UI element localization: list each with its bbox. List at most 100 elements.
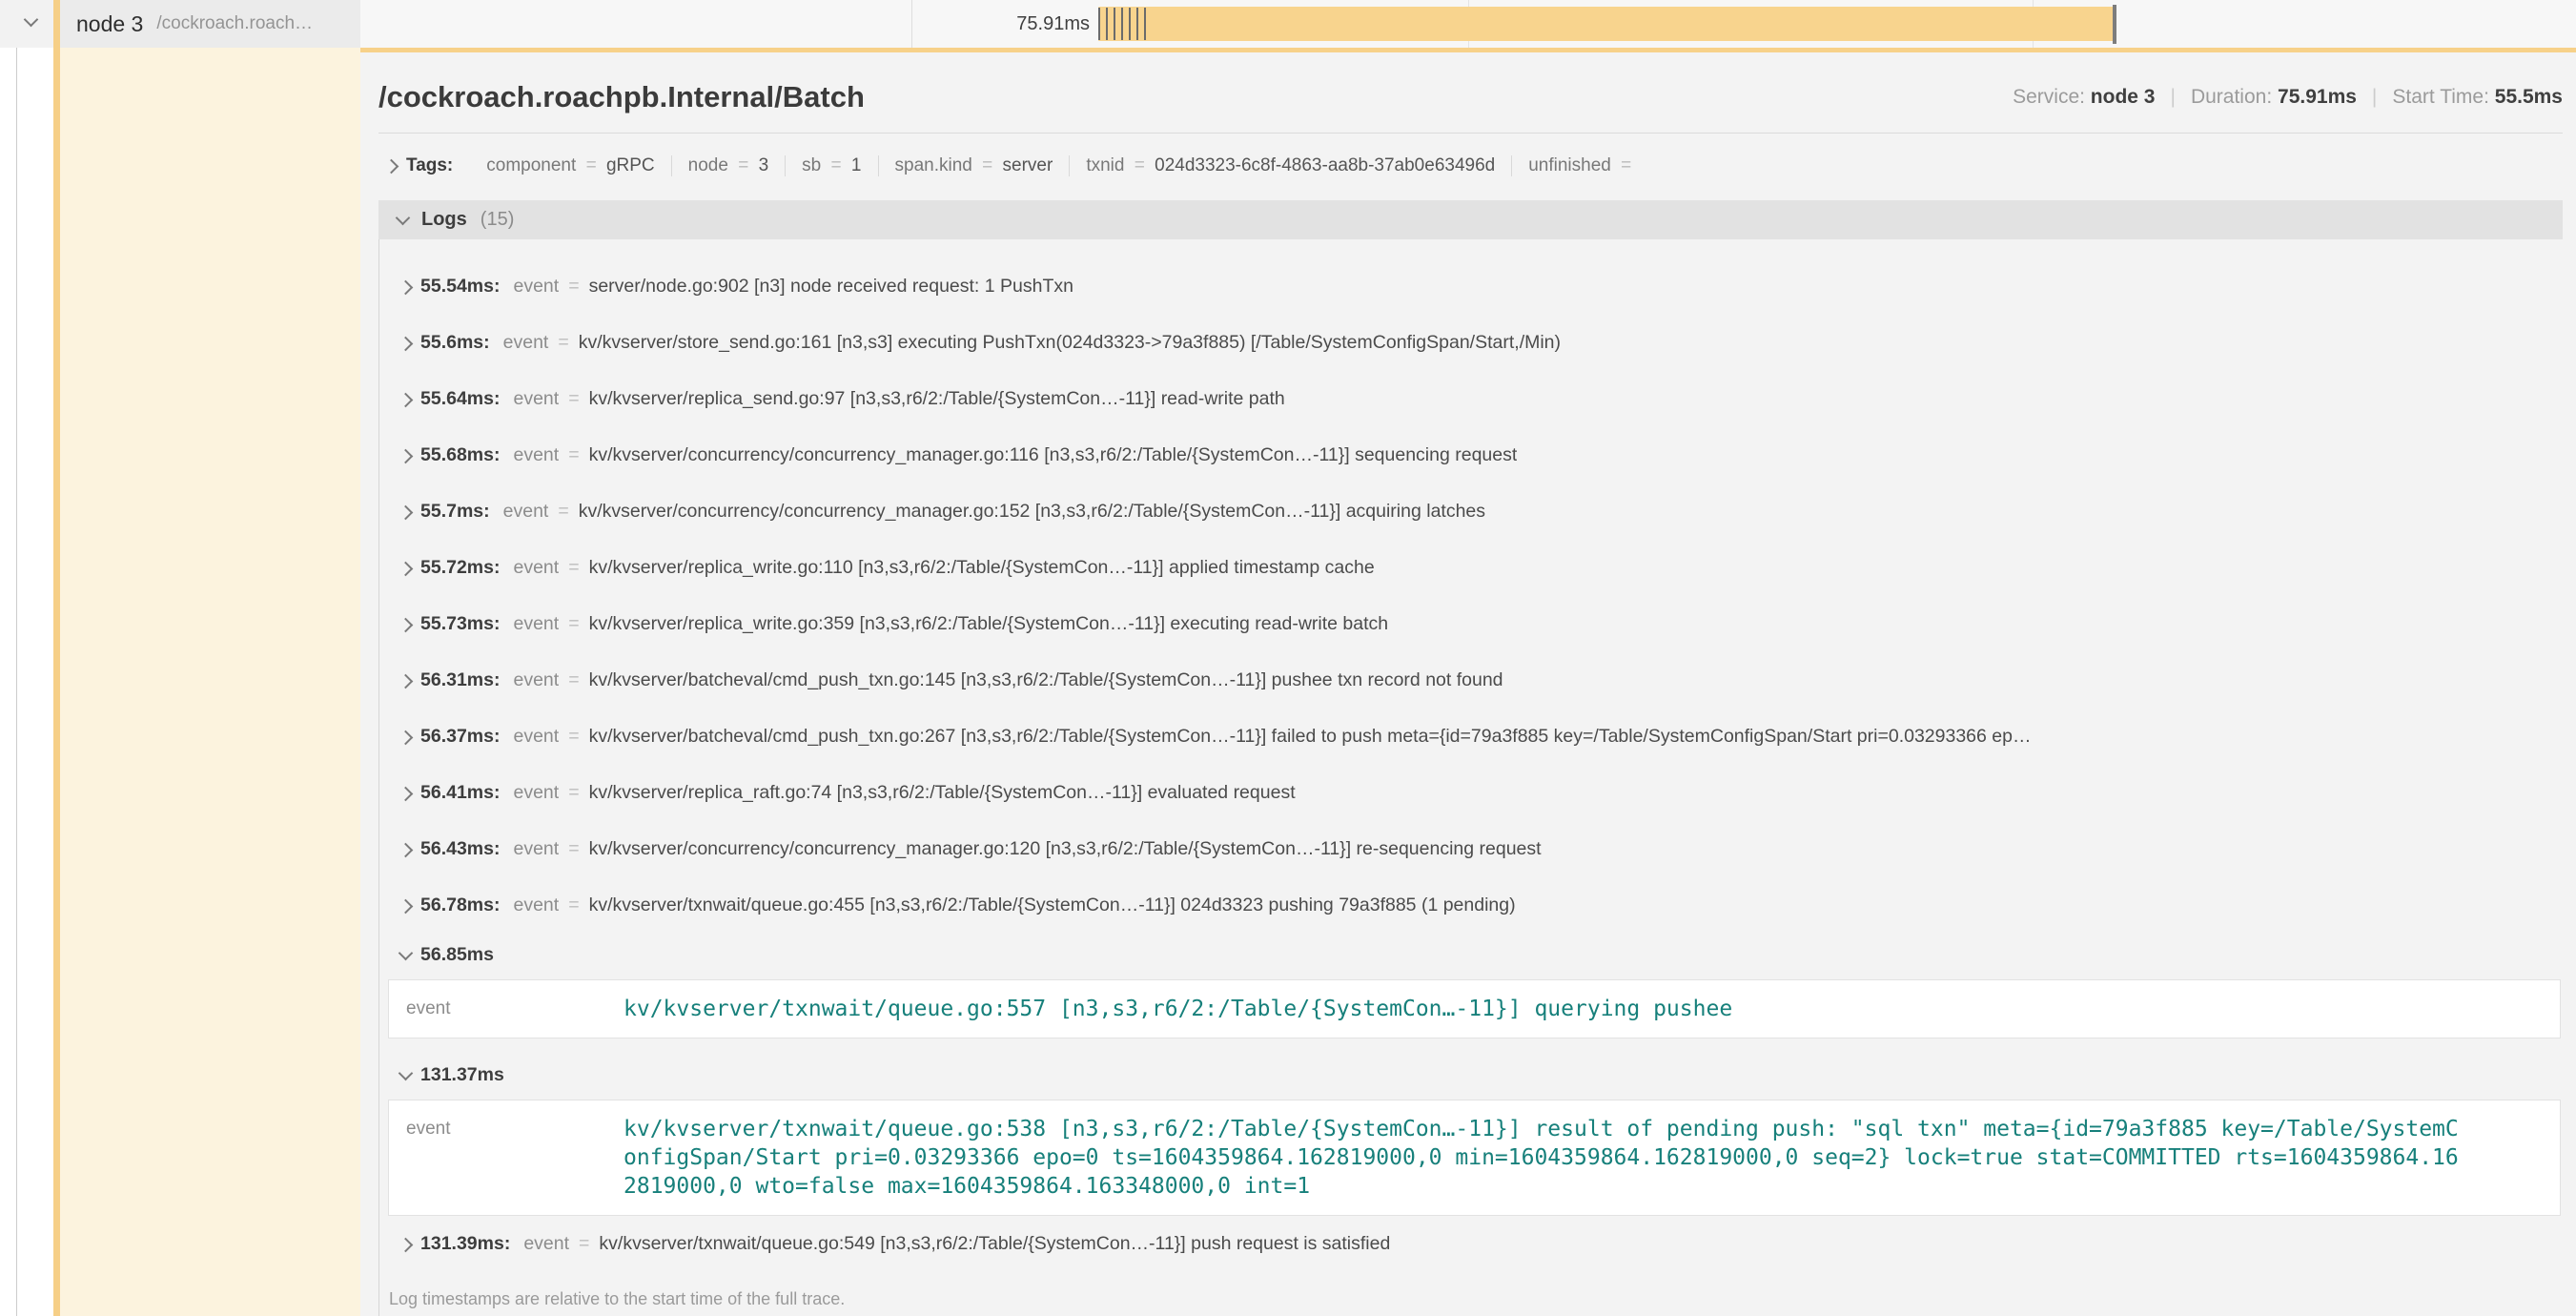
log-entry-row[interactable]: 56.37ms: event = kv/kvserver/batcheval/c… xyxy=(379,709,2563,765)
log-timestamp: 55.73ms: xyxy=(420,613,500,635)
log-tick-marks xyxy=(1098,8,1146,40)
log-field-value: kv/kvserver/concurrency/concurrency_mana… xyxy=(589,838,1542,860)
log-field-key: event xyxy=(513,613,559,635)
log-field-key: event xyxy=(513,276,559,298)
tag-key: sb xyxy=(802,155,821,175)
span-duration-bar[interactable] xyxy=(1098,7,2114,41)
log-timestamp: 56.43ms: xyxy=(420,838,500,860)
log-field-value: kv/kvserver/replica_write.go:359 [n3,s3,… xyxy=(589,613,1389,635)
tag-item: txnid = 024d3323-6c8f-4863-aa8b-37ab0e63… xyxy=(1069,155,1511,176)
tag-key: txnid xyxy=(1086,155,1124,175)
logs-accordion: Logs (15) 55.54ms: event = server/node.g… xyxy=(378,200,2563,1316)
log-timestamp: 131.39ms: xyxy=(420,1233,510,1255)
equals-sign: = xyxy=(586,155,597,175)
chevron-right-icon[interactable] xyxy=(399,448,414,463)
gutter-divider xyxy=(16,0,17,1316)
chevron-right-icon[interactable] xyxy=(399,617,414,632)
log-timestamp: 56.37ms: xyxy=(420,726,500,748)
start-time-value: 55.5ms xyxy=(2495,86,2563,108)
chevron-right-icon[interactable] xyxy=(399,898,414,914)
log-timestamp: 55.7ms: xyxy=(420,501,490,523)
log-field-value: kv/kvserver/replica_send.go:97 [n3,s3,r6… xyxy=(589,388,1285,410)
tag-item: unfinished = xyxy=(1511,155,1652,176)
selected-row-highlight xyxy=(60,48,360,1316)
chevron-right-icon[interactable] xyxy=(399,504,414,520)
log-field-value: kv/kvserver/txnwait/queue.go:557 [n3,s3,… xyxy=(624,995,1732,1023)
tag-value: server xyxy=(1003,155,1053,175)
chevron-right-icon[interactable] xyxy=(399,392,414,407)
chevron-right-icon[interactable] xyxy=(399,336,414,351)
chevron-down-icon[interactable] xyxy=(399,1065,414,1080)
duration-value: 75.91ms xyxy=(2278,86,2357,108)
equals-sign: = xyxy=(982,155,992,175)
log-entry-row[interactable]: 55.54ms: event = server/node.go:902 [n3]… xyxy=(379,258,2563,315)
log-field-value: kv/kvserver/concurrency/concurrency_mana… xyxy=(589,444,1518,466)
logs-footer-note: Log timestamps are relative to the start… xyxy=(379,1272,2563,1316)
log-field-key: event xyxy=(513,838,559,860)
equals-sign: = xyxy=(568,782,579,804)
equals-sign: = xyxy=(738,155,748,175)
span-accent-stripe xyxy=(53,0,60,1316)
equals-sign: = xyxy=(568,444,579,466)
log-entry-row[interactable]: 55.6ms: event = kv/kvserver/store_send.g… xyxy=(379,315,2563,371)
log-field-key: event xyxy=(513,669,559,691)
log-entry-header[interactable]: 131.37ms xyxy=(379,1054,2563,1096)
log-field-key: event xyxy=(513,388,559,410)
log-entry-row[interactable]: 56.31ms: event = kv/kvserver/batcheval/c… xyxy=(379,652,2563,709)
chevron-right-icon[interactable] xyxy=(399,842,414,857)
tag-key: unfinished xyxy=(1528,155,1611,175)
log-field-value: kv/kvserver/store_send.go:161 [n3,s3] ex… xyxy=(579,332,1561,354)
equals-sign: = xyxy=(568,276,579,298)
log-field-key: event xyxy=(513,444,559,466)
log-field-value: kv/kvserver/replica_raft.go:74 [n3,s3,r6… xyxy=(589,782,1296,804)
span-row-node3[interactable]: node 3 /cockroach.roach… xyxy=(53,0,360,48)
logs-accordion-header[interactable]: Logs (15) xyxy=(378,200,2563,239)
log-field-value: kv/kvserver/txnwait/queue.go:455 [n3,s3,… xyxy=(589,894,1516,916)
log-entry-expanded: 56.85ms event kv/kvserver/txnwait/queue.… xyxy=(379,934,2563,1038)
log-entry-row[interactable]: 56.43ms: event = kv/kvserver/concurrency… xyxy=(379,821,2563,877)
chevron-right-icon[interactable] xyxy=(399,561,414,576)
chevron-right-icon[interactable] xyxy=(399,1237,414,1252)
log-field-key: event xyxy=(513,782,559,804)
log-entry-row[interactable]: 55.68ms: event = kv/kvserver/concurrency… xyxy=(379,427,2563,483)
equals-sign: = xyxy=(831,155,842,175)
log-entry-row[interactable]: 55.7ms: event = kv/kvserver/concurrency/… xyxy=(379,483,2563,540)
log-entry-row[interactable]: 131.39ms: event = kv/kvserver/txnwait/qu… xyxy=(379,1216,2563,1272)
log-entry-header[interactable]: 56.85ms xyxy=(379,934,2563,976)
info-separator: | xyxy=(2170,86,2175,108)
log-entry-row[interactable]: 56.41ms: event = kv/kvserver/replica_raf… xyxy=(379,765,2563,821)
tag-item: component = gRPC xyxy=(470,155,670,176)
log-field-value: kv/kvserver/txnwait/queue.go:538 [n3,s3,… xyxy=(624,1115,2464,1201)
log-detail-table: event kv/kvserver/txnwait/queue.go:538 [… xyxy=(388,1100,2561,1216)
log-field-value: kv/kvserver/txnwait/queue.go:549 [n3,s3,… xyxy=(599,1233,1390,1255)
log-field-value: kv/kvserver/concurrency/concurrency_mana… xyxy=(579,501,1485,523)
tag-value: 1 xyxy=(851,155,862,175)
span-service-name: node 3 xyxy=(76,11,143,37)
log-timestamp: 55.68ms: xyxy=(420,444,500,466)
chevron-right-icon[interactable] xyxy=(384,159,399,175)
tag-value: 3 xyxy=(759,155,769,175)
log-entry-row[interactable]: 56.78ms: event = kv/kvserver/txnwait/que… xyxy=(379,877,2563,934)
chevron-down-icon[interactable] xyxy=(396,211,411,226)
equals-sign: = xyxy=(568,726,579,748)
log-field-value: kv/kvserver/batcheval/cmd_push_txn.go:14… xyxy=(589,669,1503,691)
equals-sign: = xyxy=(558,332,568,354)
tags-accordion-header[interactable]: Tags: component = gRPC node = 3 sb = 1 s… xyxy=(378,141,2563,191)
chevron-right-icon[interactable] xyxy=(399,786,414,801)
log-timestamp: 56.78ms: xyxy=(420,894,500,916)
log-field-key: event xyxy=(503,501,549,523)
log-timestamp: 55.54ms: xyxy=(420,276,500,298)
log-entry-row[interactable]: 55.72ms: event = kv/kvserver/replica_wri… xyxy=(379,540,2563,596)
log-entry-row[interactable]: 55.64ms: event = kv/kvserver/replica_sen… xyxy=(379,371,2563,427)
span-meta-info: Service: node 3|Duration: 75.91ms|Start … xyxy=(2013,86,2563,109)
log-entry-row[interactable]: 55.73ms: event = kv/kvserver/replica_wri… xyxy=(379,596,2563,652)
tag-key: node xyxy=(688,155,728,175)
chevron-down-icon[interactable] xyxy=(399,945,414,960)
span-operation-name: /cockroach.roach… xyxy=(156,13,313,34)
chevron-right-icon[interactable] xyxy=(399,730,414,745)
tag-key: component xyxy=(486,155,576,175)
chevron-right-icon[interactable] xyxy=(399,673,414,689)
duration-label: Duration: xyxy=(2191,86,2272,108)
equals-sign: = xyxy=(568,669,579,691)
chevron-right-icon[interactable] xyxy=(399,279,414,295)
